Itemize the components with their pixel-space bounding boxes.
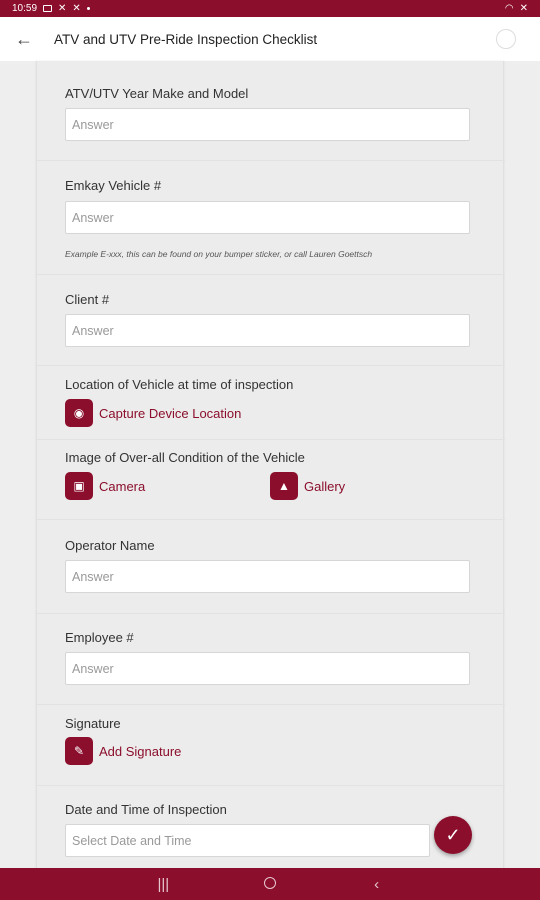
capture-location-label: Capture Device Location [99, 405, 242, 421]
question-signature: Signature ✎ Add Signature [37, 705, 505, 786]
operator-name-input[interactable]: Answer [65, 560, 470, 593]
question-label: Client # [65, 292, 110, 307]
recent-apps-icon[interactable]: ||| [143, 876, 183, 893]
question-label: Operator Name [65, 538, 155, 553]
capture-location-button[interactable]: ◉ Capture Device Location [65, 399, 241, 427]
camera-label: Camera [99, 478, 146, 494]
question-label: Signature [65, 716, 121, 731]
back-nav-icon[interactable]: ‹ [357, 876, 397, 893]
question-vehicle-image: Image of Over-all Condition of the Vehic… [37, 440, 505, 520]
tools-notification-icon: ✕ [58, 3, 67, 14]
tools-notification-icon-2: ✕ [72, 3, 81, 14]
camera-icon: ▣ [65, 472, 93, 500]
vehicle-number-input[interactable]: Answer [65, 201, 470, 234]
question-employee-number: Employee # Answer [37, 614, 505, 705]
form-card: ATV/UTV Year Make and Model Answer Emkay… [36, 61, 505, 868]
app-bar: ← ATV and UTV Pre-Ride Inspection Checkl… [0, 17, 540, 61]
add-signature-button[interactable]: ✎ Add Signature [65, 737, 181, 765]
gallery-label: Gallery [304, 478, 346, 494]
question-vehicle-number: Emkay Vehicle # Answer Example E-xxx, th… [37, 161, 505, 275]
image-notification-icon [43, 5, 53, 12]
home-icon [263, 876, 276, 889]
signature-icon: ✎ [65, 737, 93, 765]
gallery-icon: ▲ [270, 472, 298, 500]
question-label: Date and Time of Inspection [65, 802, 227, 817]
completion-status-icon[interactable] [496, 29, 516, 49]
location-target-icon: ◉ [65, 399, 93, 427]
check-icon: ✓ [445, 824, 461, 845]
date-time-picker[interactable]: Select Date and Time [65, 824, 430, 857]
add-signature-label: Add Signature [99, 743, 182, 759]
vehicle-model-input[interactable]: Answer [65, 108, 470, 141]
back-arrow-icon[interactable]: ← [0, 17, 48, 61]
status-time: 10:59 [12, 3, 38, 14]
question-label: Employee # [65, 630, 134, 645]
question-vehicle-model: ATV/UTV Year Make and Model Answer [37, 61, 505, 161]
wifi-icon: ◠ [504, 3, 514, 14]
gallery-button[interactable]: ▲ Gallery [270, 472, 345, 500]
question-location: Location of Vehicle at time of inspectio… [37, 366, 505, 440]
client-number-input[interactable]: Answer [65, 314, 470, 347]
question-label: ATV/UTV Year Make and Model [65, 86, 249, 101]
question-label: Location of Vehicle at time of inspectio… [65, 377, 294, 392]
navigation-bar: ||| ‹ [0, 868, 540, 900]
page-title: ATV and UTV Pre-Ride Inspection Checklis… [54, 31, 318, 47]
question-label: Image of Over-all Condition of the Vehic… [65, 450, 305, 465]
question-operator-name: Operator Name Answer [37, 520, 505, 614]
submit-button[interactable]: ✓ [434, 816, 472, 854]
status-bar: 10:59 ✕ ✕ ◠ ✕ [0, 0, 540, 17]
more-notifications-icon [86, 7, 90, 10]
home-button[interactable] [250, 876, 290, 893]
employee-number-input[interactable]: Answer [65, 652, 470, 685]
question-label: Emkay Vehicle # [65, 178, 162, 193]
camera-button[interactable]: ▣ Camera [65, 472, 145, 500]
signal-icon: ✕ [519, 3, 528, 14]
question-client-number: Client # Answer [37, 275, 505, 366]
question-hint: Example E-xxx, this can be found on your… [65, 249, 373, 259]
